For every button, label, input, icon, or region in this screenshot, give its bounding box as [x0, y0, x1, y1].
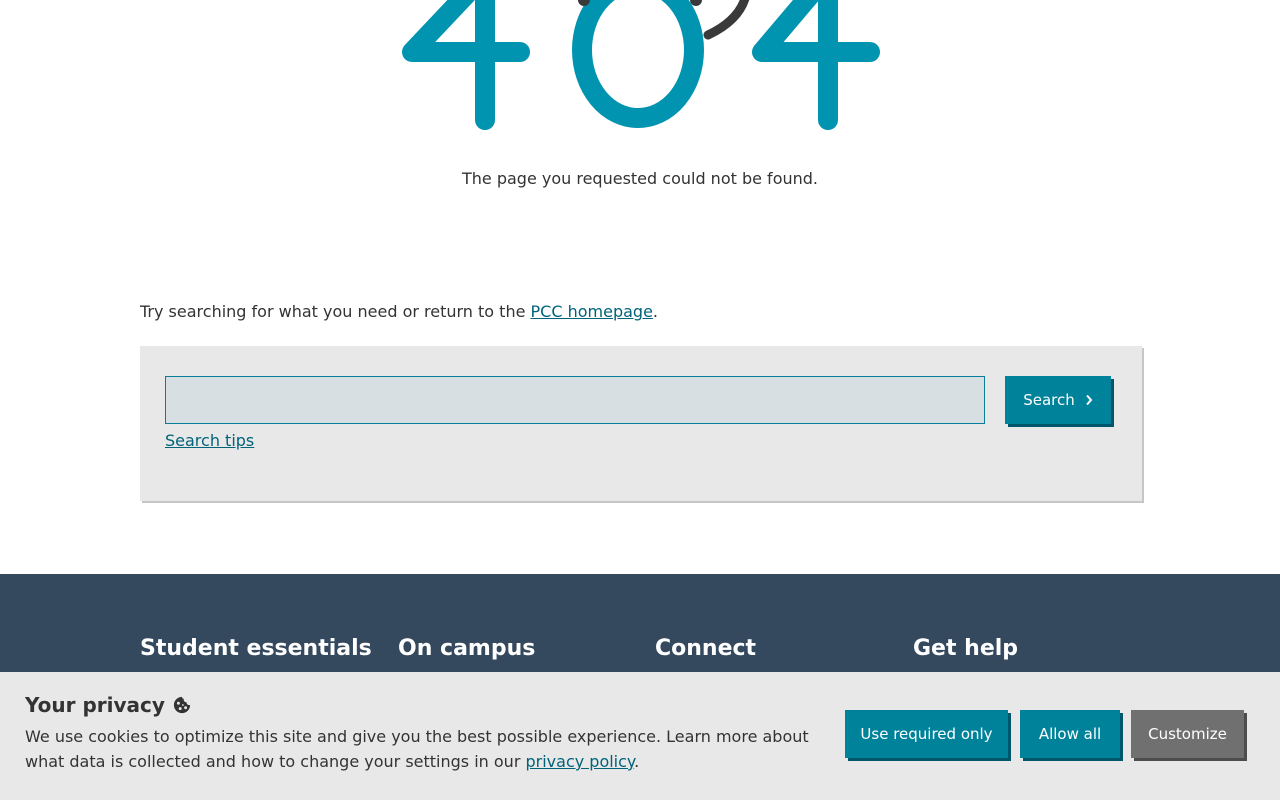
privacy-policy-link[interactable]: privacy policy	[525, 752, 634, 771]
search-tips-link[interactable]: Search tips	[165, 431, 254, 450]
cookie-description: We use cookies to optimize this site and…	[25, 724, 815, 774]
footer-heading-on-campus: On campus	[398, 636, 536, 661]
chevron-right-icon	[1086, 394, 1093, 406]
not-found-message: The page you requested could not be foun…	[461, 169, 818, 188]
allow-all-button[interactable]: Allow all	[1020, 710, 1120, 758]
use-required-only-button[interactable]: Use required only	[845, 710, 1008, 758]
error-404-illustration	[402, 0, 880, 130]
search-button[interactable]: Search	[1005, 376, 1111, 424]
search-panel: Search Search tips	[140, 346, 1142, 501]
cookie-title-text: Your privacy	[25, 693, 165, 717]
cookie-icon	[173, 696, 191, 714]
customize-button[interactable]: Customize	[1131, 710, 1244, 758]
footer-heading-student-essentials: Student essentials	[140, 636, 372, 661]
cookie-text-after: .	[634, 752, 640, 771]
search-input[interactable]	[165, 376, 985, 424]
search-hint-text: Try searching for what you need or retur…	[140, 302, 658, 321]
cookie-title: Your privacy	[25, 693, 191, 717]
cookie-text-before: We use cookies to optimize this site and…	[25, 727, 809, 771]
footer-heading-connect: Connect	[655, 636, 757, 661]
homepage-link[interactable]: PCC homepage	[531, 302, 653, 321]
search-hint-suffix: .	[652, 302, 659, 321]
page: The page you requested could not be foun…	[0, 0, 1280, 800]
search-hint-prefix: Try searching for what you need or retur…	[140, 302, 531, 321]
cookie-consent-banner: Your privacy We use cookies to optimize …	[0, 672, 1280, 800]
footer-heading-get-help: Get help	[913, 636, 1019, 661]
search-button-label: Search	[1023, 391, 1075, 409]
